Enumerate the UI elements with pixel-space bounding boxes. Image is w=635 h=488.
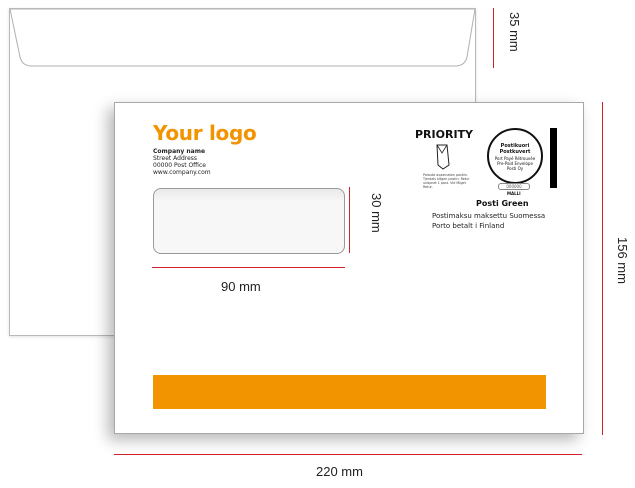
company-name: Company name xyxy=(153,148,206,155)
envelope-icon xyxy=(436,144,450,170)
postage-paid-sv: Porto betalt i Finland xyxy=(432,222,505,230)
envelope-flap xyxy=(10,9,475,67)
stamp-line-2: Postkuvert xyxy=(499,149,531,155)
black-bar xyxy=(550,128,557,188)
malli-label: MALLI xyxy=(507,191,521,196)
posti-green-label: Posti Green xyxy=(476,199,529,208)
front-envelope: Your logo Company name Street Address 00… xyxy=(114,102,584,434)
priority-label: PRIORITY xyxy=(415,128,474,141)
width-dimension-label: 220 mm xyxy=(316,464,363,479)
stamp-subtitle: Port Payé Rétrouvée Pre-Paid Envelope Po… xyxy=(489,156,541,171)
window-width-dimension-label: 90 mm xyxy=(221,279,261,294)
orange-strip xyxy=(153,375,546,409)
stamp-code: 000000 xyxy=(498,183,530,190)
height-dimension-label: 156 mm xyxy=(615,237,630,284)
stamp-line-5: Posti Oy xyxy=(506,166,524,171)
flap-dimension-line xyxy=(493,8,494,68)
window-height-dimension-label: 30 mm xyxy=(369,193,384,233)
logo-text: Your logo xyxy=(153,121,257,145)
flap-dimension-label: 35 mm xyxy=(507,12,522,52)
priority-note: Palauta avaamaton postiin. Tjerdals håge… xyxy=(423,173,470,189)
window-height-dimension-line xyxy=(349,187,350,253)
street-address: Street Address xyxy=(153,155,198,162)
post-office: 00000 Post Office xyxy=(153,162,206,169)
window-width-dimension-line xyxy=(152,267,345,268)
website: www.company.com xyxy=(153,169,211,176)
address-window xyxy=(153,188,345,254)
height-dimension-line xyxy=(602,102,603,435)
width-dimension-line xyxy=(114,454,582,455)
stamp-title: Postikuori Postkuvert xyxy=(489,143,541,155)
prepaid-stamp: Postikuori Postkuvert Port Payé Rétrouvé… xyxy=(487,128,543,184)
postage-paid-fi: Postimaksu maksettu Suomessa xyxy=(432,212,546,220)
company-address-block: Company name Street Address 00000 Post O… xyxy=(153,148,211,176)
